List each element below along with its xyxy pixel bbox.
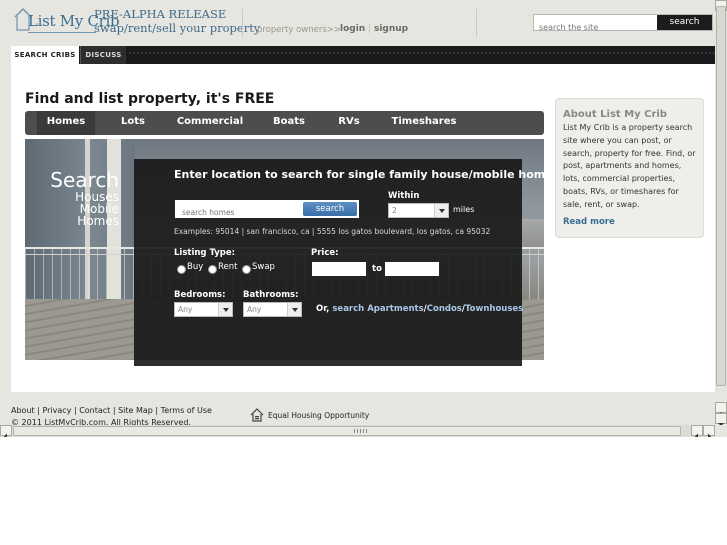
hero-title-main: Search (50, 168, 119, 192)
listing-type-swap-label: Swap (252, 262, 275, 272)
home-search-button[interactable]: search (303, 202, 357, 216)
within-select[interactable]: 2 (388, 203, 449, 218)
scroll-left-icon[interactable] (0, 425, 12, 437)
about-title: About List My Crib (563, 109, 667, 120)
within-value: 2 (392, 206, 397, 215)
page-title: Find and list property, it's FREE (25, 91, 275, 107)
listing-type-swap-radio[interactable] (242, 265, 251, 274)
listing-type-buy-label: Buy (187, 262, 204, 272)
price-to-label: to (372, 264, 382, 274)
home-search-box: search (175, 200, 359, 222)
scroll-down-icon[interactable] (715, 413, 727, 426)
listing-type-buy-radio[interactable] (177, 265, 186, 274)
signup-link[interactable]: signup (374, 24, 408, 34)
apartments-link[interactable]: Apartments (367, 304, 423, 314)
scroll-up-icon-lower[interactable] (715, 402, 727, 415)
site-logo[interactable]: List My Crib (14, 7, 120, 33)
login-link[interactable]: login (340, 24, 365, 34)
within-label: Within (388, 191, 420, 201)
price-label: Price: (311, 248, 339, 258)
site-search-button[interactable]: search (657, 15, 712, 30)
footer-contact-link[interactable]: Contact (79, 406, 110, 415)
property-owners-link[interactable]: property owners>> (257, 25, 341, 35)
bathrooms-value: Any (247, 305, 262, 314)
search-panel-title: Enter location to search for single fami… (174, 168, 553, 181)
horizontal-scroll-thumb[interactable] (13, 426, 681, 436)
price-max-input[interactable] (385, 262, 439, 276)
footer-links: About | Privacy | Contact | Site Map | T… (11, 406, 212, 415)
bathrooms-select[interactable]: Any (243, 302, 302, 317)
release-subtitle: swap/rent/sell your property (94, 21, 261, 35)
or-text: Or, (316, 304, 330, 314)
search-examples: Examples: 95014 | san francisco, ca | 55… (174, 227, 491, 236)
scrollbar-corner (715, 425, 727, 437)
header-divider-right (476, 9, 477, 37)
bathrooms-label: Bathrooms: (243, 290, 299, 300)
about-body: List My Crib is a property search site w… (563, 123, 696, 209)
equal-housing-label: Equal Housing Opportunity (268, 411, 370, 420)
category-rvs[interactable]: RVs (330, 111, 368, 135)
tab-search-cribs[interactable]: SEARCH CRIBS (11, 46, 79, 64)
release-label: PRE-ALPHA RELEASE (94, 7, 227, 21)
site-search-box: search (533, 14, 713, 35)
category-timeshares[interactable]: Timeshares (388, 111, 460, 135)
alternate-search-line: Or, search Apartments/Condos/Townhouses (316, 304, 524, 314)
scroll-left-icon-right[interactable] (691, 425, 703, 437)
chevron-down-icon (434, 204, 448, 217)
listing-type-label: Listing Type: (174, 248, 236, 258)
home-search-input[interactable] (175, 203, 301, 222)
miles-label: miles (453, 205, 475, 214)
townhouses-link[interactable]: Townhouses (465, 304, 523, 314)
listing-type-rent-radio[interactable] (208, 265, 217, 274)
listing-type-rent-label: Rent (218, 262, 238, 272)
category-commercial[interactable]: Commercial (172, 111, 248, 135)
bedrooms-value: Any (178, 305, 193, 314)
or-search-text: search (332, 304, 365, 314)
chevron-down-icon (218, 303, 232, 316)
footer-privacy-link[interactable]: Privacy (42, 406, 71, 415)
bedrooms-select[interactable]: Any (174, 302, 233, 317)
tab-discuss[interactable]: DISCUSS (80, 46, 126, 64)
read-more-link[interactable]: Read more (563, 217, 615, 227)
site-search-input[interactable] (534, 20, 654, 35)
category-homes[interactable]: Homes (37, 111, 95, 135)
footer-terms-link[interactable]: Terms of Use (161, 406, 212, 415)
browser-viewport: List My Crib PRE-ALPHA RELEASE swap/rent… (0, 0, 727, 437)
hero-title-mobile-homes: Mobile Homes (77, 202, 119, 228)
condos-link[interactable]: Condos (427, 304, 462, 314)
vertical-scroll-thumb[interactable] (716, 6, 726, 386)
bedrooms-label: Bedrooms: (174, 290, 226, 300)
chevron-down-icon (287, 303, 301, 316)
logo-underline (28, 32, 96, 33)
price-min-input[interactable] (312, 262, 366, 276)
header-divider (242, 9, 243, 37)
hero-title: Search Houses Mobile Homes (45, 169, 119, 227)
category-boats[interactable]: Boats (266, 111, 312, 135)
auth-links: login | signup (340, 24, 409, 34)
equal-housing-icon (250, 408, 264, 422)
footer-sitemap-link[interactable]: Site Map (118, 406, 153, 415)
release-tagline: PRE-ALPHA RELEASE swap/rent/sell your pr… (94, 7, 260, 35)
footer-about-link[interactable]: About (11, 406, 35, 415)
scroll-right-icon[interactable] (703, 425, 715, 437)
category-lots[interactable]: Lots (110, 111, 156, 135)
